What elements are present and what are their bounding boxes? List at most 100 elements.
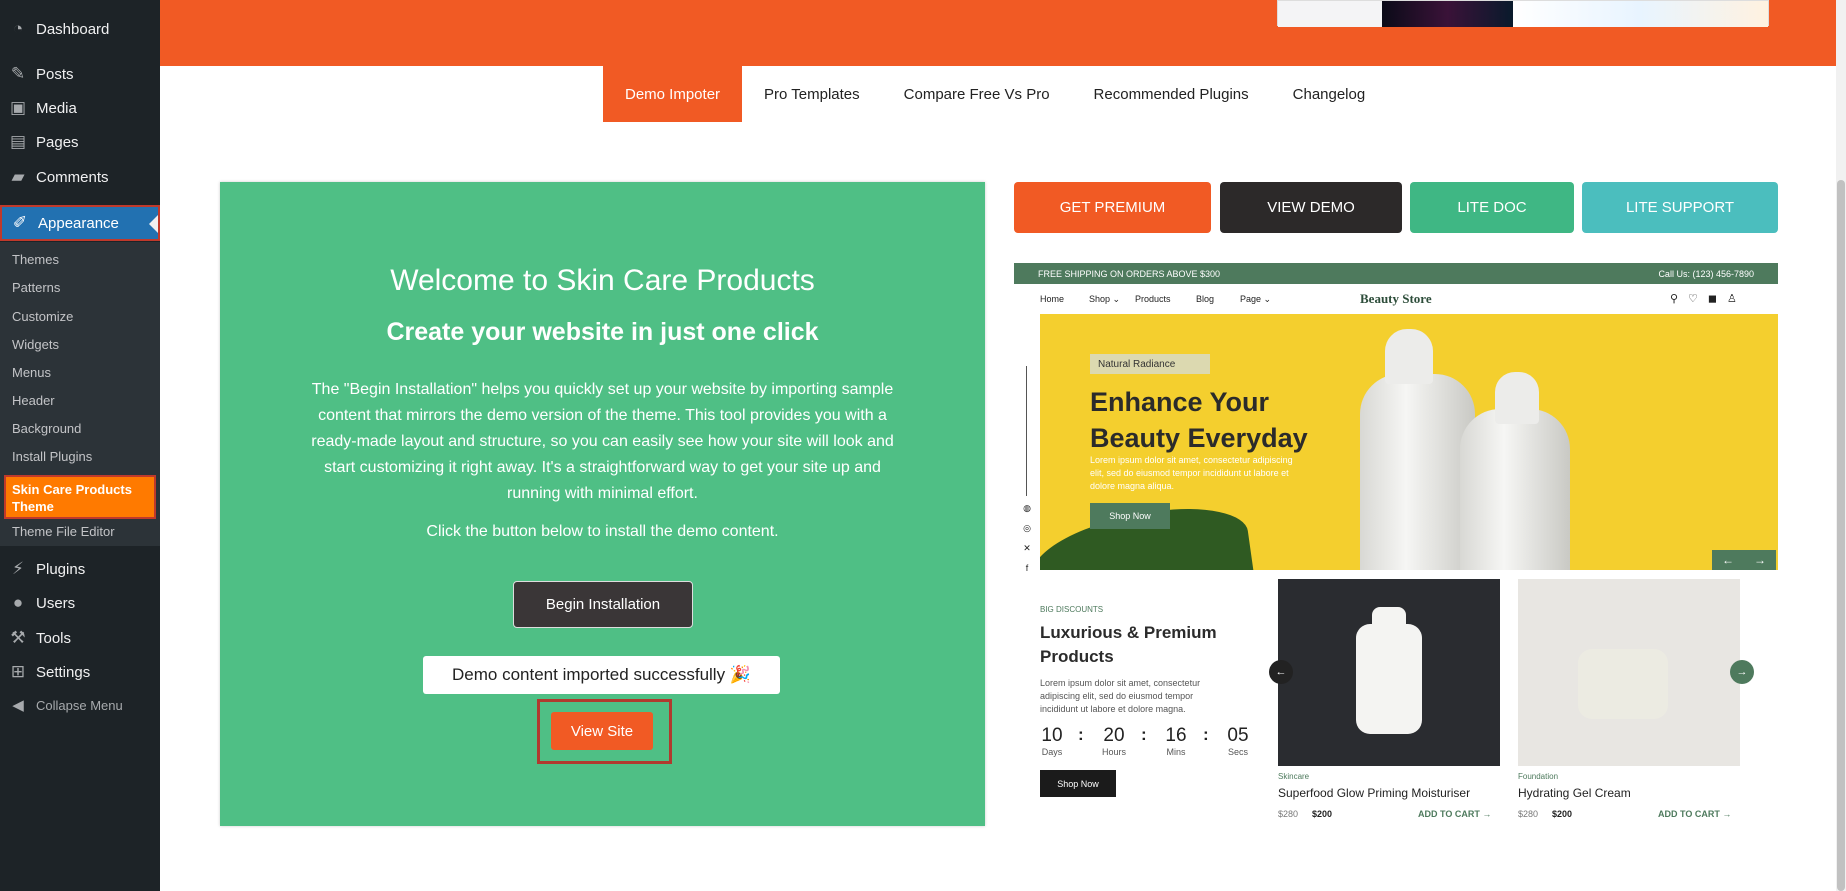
thumbnail-image: [1278, 1, 1382, 27]
pages-icon: ▤: [9, 132, 27, 151]
preview-nav-item: Blog: [1196, 294, 1215, 304]
product-old-price: $280: [1518, 809, 1539, 819]
submenu-install-plugins[interactable]: Install Plugins: [12, 449, 92, 464]
menu-pages[interactable]: ▤ Pages: [0, 125, 160, 159]
menu-users[interactable]: ● Users: [0, 586, 160, 620]
product-prev-arrow-icon: ←: [1269, 660, 1293, 684]
arrow-left-icon: ←: [1722, 553, 1734, 567]
preview-header-icons: ⚲♡◼♙: [1670, 293, 1747, 305]
view-demo-button[interactable]: VIEW DEMO: [1220, 182, 1402, 233]
product-name: Hydrating Gel Cream: [1518, 786, 1631, 800]
product-add-to-cart: ADD TO CART →: [1658, 809, 1732, 819]
preview-topbar: FREE SHIPPING ON ORDERS ABOVE $300 Call …: [1014, 263, 1778, 284]
bottle-image: [1460, 409, 1570, 570]
tab-changelog[interactable]: Changelog: [1271, 66, 1388, 122]
menu-posts[interactable]: ✎ Posts: [0, 57, 160, 91]
menu-settings[interactable]: ⊞ Settings: [0, 655, 160, 689]
menu-tools[interactable]: ⚒ Tools: [0, 621, 160, 655]
product-old-price: $280: [1278, 809, 1299, 819]
product-add-to-cart: ADD TO CART →: [1418, 809, 1492, 819]
thumbnail-image: [1513, 1, 1768, 27]
user-icon: ●: [12, 593, 24, 612]
product-price: $200: [1552, 809, 1573, 819]
menu-dashboard[interactable]: ◔ Dashboard: [0, 12, 160, 46]
scrollbar-thumb[interactable]: [1837, 180, 1845, 891]
demo-importer-panel: Welcome to Skin Care Products Create you…: [220, 182, 985, 826]
submenu-themes[interactable]: Themes: [12, 252, 59, 267]
menu-posts-label: Posts: [36, 65, 74, 83]
menu-plugins-label: Plugins: [36, 560, 86, 578]
cream-jar: [1578, 649, 1668, 719]
moisturiser-bottle: [1356, 624, 1422, 734]
menu-plugins[interactable]: ⚡ Plugins: [0, 552, 160, 586]
plugin-icon: ⚡: [12, 559, 24, 578]
submenu-patterns[interactable]: Patterns: [12, 280, 60, 295]
menu-settings-label: Settings: [36, 663, 91, 681]
thumbnail-image: [1381, 1, 1514, 27]
preview-nav-item: Products: [1135, 294, 1171, 304]
countdown-separator: :: [1141, 725, 1147, 744]
menu-comments[interactable]: ▰ Comments: [0, 160, 160, 194]
hero-text: Lorem ipsum dolor sit amet, consectetur …: [1090, 455, 1293, 491]
preview-nav: Home Shop ⌄ Products Blog Page ⌄ Beauty …: [1014, 284, 1778, 314]
tab-compare[interactable]: Compare Free Vs Pro: [882, 66, 1072, 122]
deal-title: Luxurious & Premium Products: [1040, 623, 1217, 666]
countdown-number: 20: [1103, 725, 1125, 746]
deal-label: BIG DISCOUNTS: [1040, 605, 1104, 614]
collapse-menu[interactable]: ◀ Collapse Menu: [0, 690, 160, 720]
pushpin-icon: ✎: [10, 64, 26, 83]
submenu-theme-file-editor[interactable]: Theme File Editor: [12, 524, 115, 539]
admin-sidebar: ◔ Dashboard ✎ Posts ▣ Media ▤ Pages ▰ Co…: [0, 0, 160, 891]
tab-recommended-plugins[interactable]: Recommended Plugins: [1072, 66, 1271, 122]
scrollbar[interactable]: [1836, 0, 1846, 891]
settings-icon: ⊞: [10, 662, 26, 681]
submenu-menus[interactable]: Menus: [12, 365, 51, 380]
submenu-header[interactable]: Header: [12, 393, 55, 408]
tab-pro-templates[interactable]: Pro Templates: [742, 66, 882, 122]
countdown-separator: :: [1203, 725, 1209, 744]
menu-appearance[interactable]: ✐ Appearance: [0, 205, 160, 241]
hero-slider-arrows: ← →: [1712, 550, 1776, 570]
header-band: [160, 0, 1846, 66]
dashboard-icon: ◔: [12, 19, 24, 38]
lite-support-button[interactable]: LITE SUPPORT: [1582, 182, 1778, 233]
product-price: $200: [1312, 809, 1333, 819]
product-name: Superfood Glow Priming Moisturiser: [1278, 786, 1471, 800]
menu-pages-label: Pages: [36, 133, 79, 151]
wrench-icon: ⚒: [10, 628, 26, 647]
product-image: [1278, 579, 1500, 766]
lite-doc-button[interactable]: LITE DOC: [1410, 182, 1574, 233]
submenu-customize[interactable]: Customize: [12, 309, 73, 324]
paintbrush-icon: ✐: [12, 213, 28, 232]
get-premium-button[interactable]: GET PREMIUM: [1014, 182, 1211, 233]
menu-comments-label: Comments: [36, 168, 109, 186]
media-icon: ▣: [9, 98, 27, 117]
countdown-unit: Secs: [1227, 747, 1248, 757]
menu-users-label: Users: [36, 594, 76, 612]
tab-demo-importer[interactable]: Demo Impoter: [603, 66, 743, 122]
begin-installation-button[interactable]: Begin Installation: [513, 581, 693, 628]
menu-media-label: Media: [36, 99, 77, 117]
preview-hero: Natural Radiance Enhance Your Beauty Eve…: [1040, 314, 1778, 570]
submenu-background[interactable]: Background: [12, 421, 81, 436]
panel-subtitle: Create your website in just one click: [386, 318, 819, 346]
preview-nav-item: Shop ⌄: [1089, 294, 1121, 304]
countdown-number: 16: [1165, 725, 1187, 746]
submenu-widgets[interactable]: Widgets: [12, 337, 59, 352]
arrow-right-icon: →: [1754, 553, 1766, 567]
product-next-arrow-icon: →: [1730, 660, 1754, 684]
collapse-menu-label: Collapse Menu: [36, 697, 123, 713]
current-menu-arrow: [149, 215, 158, 233]
submenu-skin-care-theme[interactable]: Skin Care Products Theme: [4, 475, 156, 519]
countdown-mins: 16 Mins: [1158, 725, 1194, 757]
main-content: Demo Impoter Pro Templates Compare Free …: [160, 0, 1846, 891]
hero-title: Enhance Your Beauty Everyday: [1090, 387, 1308, 453]
countdown-unit: Hours: [1101, 747, 1126, 757]
countdown-secs: 05 Secs: [1220, 725, 1256, 757]
menu-media[interactable]: ▣ Media: [0, 91, 160, 125]
deal-text: Lorem ipsum dolor sit amet, consectetur …: [1040, 678, 1201, 714]
collapse-icon: ◀: [12, 697, 24, 714]
bottle-pump: [1495, 372, 1539, 424]
countdown-separator: :: [1078, 725, 1084, 744]
view-site-button[interactable]: View Site: [551, 712, 653, 750]
